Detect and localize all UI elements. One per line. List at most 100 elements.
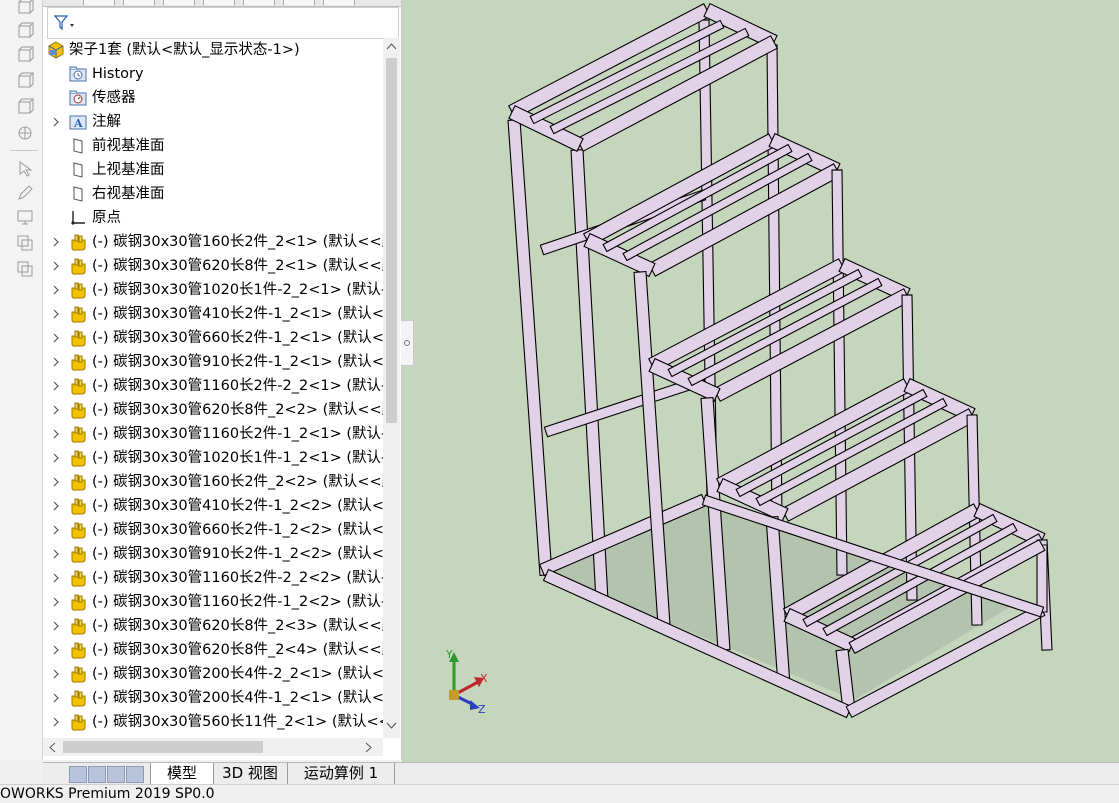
tree-item-history-folder[interactable]: History — [43, 62, 383, 86]
expand-arrow-icon[interactable] — [51, 404, 61, 416]
view-cube-icon[interactable] — [16, 46, 35, 64]
tree-item-part[interactable]: (-) 碳钢30x30管410长2件-1_2<2> (默认< — [43, 494, 383, 518]
tree-vertical-scrollbar[interactable] — [383, 38, 400, 738]
select-icon[interactable] — [16, 160, 34, 178]
expand-arrow-icon[interactable] — [51, 572, 61, 584]
expand-arrow-icon[interactable] — [51, 716, 61, 728]
tree-item-part[interactable]: (-) 碳钢30x30管200长4件-1_2<1> (默认< — [43, 686, 383, 710]
tree-item-origin[interactable]: 原点 — [43, 206, 383, 230]
tab-model[interactable]: 模型 — [150, 763, 214, 784]
tab-dimxpert[interactable] — [203, 0, 235, 5]
tab-feature-manager[interactable] — [83, 0, 115, 5]
graphics-viewport[interactable]: Y X Z — [402, 0, 1119, 762]
tree-filter-bar[interactable] — [47, 7, 399, 39]
tree-item-plane[interactable]: 前视基准面 — [43, 134, 383, 158]
tab-display-manager[interactable] — [243, 0, 275, 5]
tree-item-part[interactable]: (-) 碳钢30x30管620长8件_2<3> (默认<<默 — [43, 614, 383, 638]
tab-3d-view[interactable]: 3D 视图 — [213, 763, 288, 784]
frame-tube[interactable] — [735, 388, 928, 498]
frame-tube[interactable] — [602, 143, 793, 253]
frame-tube[interactable] — [667, 268, 863, 378]
expand-arrow-icon[interactable] — [51, 380, 61, 392]
prev-tab-nav-button[interactable] — [88, 766, 106, 783]
edit-icon[interactable] — [16, 184, 34, 202]
horizontal-scroll-thumb[interactable] — [63, 741, 263, 753]
frame-tube[interactable] — [831, 169, 848, 576]
expand-arrow-icon[interactable] — [51, 332, 61, 344]
tree-item-part[interactable]: (-) 碳钢30x30管1160长2件-1_2<1> (默认- — [43, 422, 383, 446]
frame-tube[interactable] — [780, 408, 977, 522]
next-tab-nav-button[interactable] — [107, 766, 125, 783]
tree-item-part[interactable]: (-) 碳钢30x30管620长8件_2<4> (默认<<默 — [43, 638, 383, 662]
frame-tube[interactable] — [507, 118, 553, 577]
tree-root-assembly[interactable]: 架子1套 (默认<默认_显示状态-1>) — [43, 38, 383, 62]
scroll-left-arrow-icon[interactable] — [48, 742, 56, 753]
frame-tube[interactable] — [647, 163, 842, 277]
expand-arrow-icon[interactable] — [51, 524, 61, 536]
view-cube-icon[interactable] — [16, 98, 35, 116]
view-cube-icon[interactable] — [16, 72, 35, 90]
tree-item-part[interactable]: (-) 碳钢30x30管1160长2件-1_2<2> (默认- — [43, 590, 383, 614]
first-tab-nav-button[interactable] — [69, 766, 87, 783]
frame-tube[interactable] — [529, 19, 725, 125]
tree-item-sensor[interactable]: 传感器 — [43, 86, 383, 110]
view-sphere-icon[interactable] — [16, 124, 34, 142]
view-cube-icon[interactable] — [16, 22, 35, 40]
splitter-grip-icon[interactable] — [401, 321, 413, 365]
tree-horizontal-scrollbar[interactable] — [43, 738, 383, 756]
expand-arrow-icon[interactable] — [51, 692, 61, 704]
expand-arrow-icon[interactable] — [51, 476, 61, 488]
tree-item-plane[interactable]: 上视基准面 — [43, 158, 383, 182]
tree-item-part[interactable]: (-) 碳钢30x30管410长2件-1_2<1> (默认< — [43, 302, 383, 326]
scroll-up-arrow-icon[interactable] — [386, 42, 397, 50]
tab-extra[interactable] — [323, 0, 355, 5]
tab-motion-study[interactable]: 运动算例 1 — [288, 763, 395, 784]
expand-arrow-icon[interactable] — [51, 596, 61, 608]
expand-arrow-icon[interactable] — [51, 356, 61, 368]
view-cube-icon[interactable] — [16, 0, 34, 16]
scroll-right-arrow-icon[interactable] — [365, 742, 373, 753]
tree-item-part[interactable]: (-) 碳钢30x30管620长8件_2<2> (默认<<默 — [43, 398, 383, 422]
expand-arrow-icon[interactable] — [51, 428, 61, 440]
tree-item-part[interactable]: (-) 碳钢30x30管560长11件_2<1> (默认<< — [43, 710, 383, 734]
layers-icon[interactable] — [16, 234, 34, 252]
tab-property-manager[interactable] — [123, 0, 155, 5]
expand-arrow-icon[interactable] — [51, 644, 61, 656]
tree-item-part[interactable]: (-) 碳钢30x30管660长2件-1_2<1> (默认< — [43, 326, 383, 350]
expand-arrow-icon[interactable] — [51, 668, 61, 680]
layers-icon[interactable] — [16, 260, 34, 278]
tree-item-part[interactable]: (-) 碳钢30x30管660长2件-1_2<2> (默认< — [43, 518, 383, 542]
frame-tube[interactable] — [712, 288, 912, 402]
expand-arrow-icon[interactable] — [51, 620, 61, 632]
tree-item-annotation[interactable]: A 注解 — [43, 110, 383, 134]
tree-item-part[interactable]: (-) 碳钢30x30管1160长2件-2_2<1> (默认- — [43, 374, 383, 398]
steel-frame-model[interactable]: Y X Z — [402, 0, 1119, 762]
expand-arrow-icon[interactable] — [51, 260, 61, 272]
tree-item-part[interactable]: (-) 碳钢30x30管620长8件_2<1> (默认<<默 — [43, 254, 383, 278]
expand-arrow-icon[interactable] — [51, 284, 61, 296]
tab-appearance[interactable] — [283, 0, 315, 5]
tree-item-part[interactable]: (-) 碳钢30x30管1020长1件-1_2<1> (默认- — [43, 446, 383, 470]
expand-arrow-icon[interactable] — [51, 452, 61, 464]
expand-arrow-icon[interactable] — [51, 548, 61, 560]
tree-item-part[interactable]: (-) 碳钢30x30管160长2件_2<1> (默认<<默 — [43, 230, 383, 254]
vertical-scroll-thumb[interactable] — [386, 58, 397, 423]
scroll-down-arrow-icon[interactable] — [386, 722, 397, 730]
expand-arrow-icon[interactable] — [51, 308, 61, 320]
tree-item-part[interactable]: (-) 碳钢30x30管910长2件-1_2<1> (默认< — [43, 350, 383, 374]
last-tab-nav-button[interactable] — [126, 766, 144, 783]
tree-item-part[interactable]: (-) 碳钢30x30管200长4件-2_2<1> (默认< — [43, 662, 383, 686]
expand-arrow-icon[interactable] — [51, 500, 61, 512]
panel-splitter-handle[interactable] — [401, 320, 414, 366]
tab-configuration-manager[interactable] — [163, 0, 195, 5]
tree-item-part[interactable]: (-) 碳钢30x30管1160长2件-2_2<2> (默认- — [43, 566, 383, 590]
expand-arrow-icon[interactable] — [51, 116, 61, 128]
frame-tube[interactable] — [570, 149, 609, 601]
display-icon[interactable] — [16, 208, 34, 226]
filter-icon[interactable] — [53, 14, 76, 32]
expand-arrow-icon[interactable] — [51, 236, 61, 248]
tree-item-plane[interactable]: 右视基准面 — [43, 182, 383, 206]
frame-tube[interactable] — [1036, 544, 1048, 613]
frame-tube[interactable] — [575, 35, 779, 152]
tree-item-part[interactable]: (-) 碳钢30x30管910长2件-1_2<2> (默认< — [43, 542, 383, 566]
